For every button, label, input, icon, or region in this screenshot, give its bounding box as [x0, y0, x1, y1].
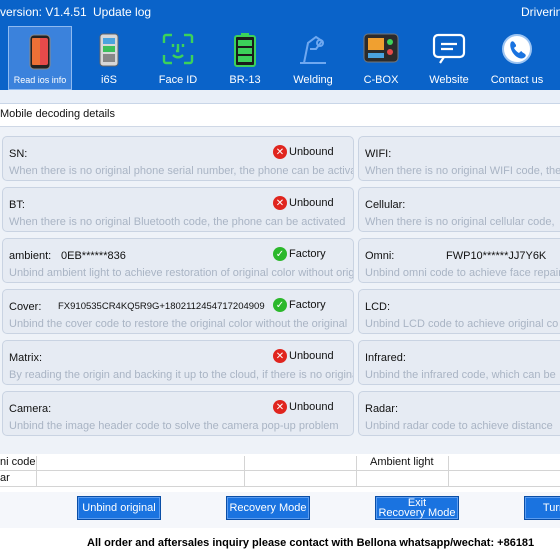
card-matrix[interactable]: Matrix: ✕ Unbound By reading the origin a…	[2, 340, 354, 385]
status-badge: ✓ Factory	[273, 247, 326, 261]
card-name: Matrix:	[9, 352, 42, 364]
turn-button[interactable]: Turn	[524, 496, 560, 520]
card-name: Camera:	[9, 403, 52, 415]
tab-website[interactable]: Website	[420, 26, 478, 90]
card-sn[interactable]: SN: ✕ Unbound When there is no original p…	[2, 136, 354, 181]
driver-link[interactable]: Driverin	[521, 5, 560, 19]
x-circle-icon: ✕	[273, 349, 287, 363]
table-divider	[356, 456, 357, 486]
card-value: 0EB******836	[61, 250, 126, 262]
contact-notice: All order and aftersales inquiry please …	[87, 537, 535, 549]
battery-icon	[234, 33, 256, 67]
version-label: version: V1.4.51	[0, 5, 87, 19]
unbind-original-button[interactable]: Unbind original	[77, 496, 161, 520]
table-divider	[244, 456, 245, 486]
table-row: ni code Ambient light	[0, 456, 560, 471]
card-camera[interactable]: Camera: ✕ Unbound Unbind the image header…	[2, 391, 354, 436]
iphone-icon	[29, 34, 51, 70]
tab-label: Read ios info	[13, 75, 67, 85]
x-circle-icon: ✕	[273, 400, 287, 414]
card-name: ambient:	[9, 250, 52, 262]
phone-call-icon	[502, 34, 532, 64]
card-cover[interactable]: Cover: FX910535CR4KQ5R9G+180211245471720…	[2, 289, 354, 334]
toolbar-divider	[0, 90, 560, 104]
table-cell: ar	[0, 472, 10, 484]
card-name: Cellular:	[365, 199, 406, 211]
tab-label: Website	[429, 74, 469, 86]
tab-label: Contact us	[490, 74, 544, 86]
card-hint: Unbind the image header code to solve th…	[9, 420, 339, 432]
card-hint: When there is no original WIFI code, the	[365, 165, 560, 177]
recovery-mode-button[interactable]: Recovery Mode	[226, 496, 310, 520]
face-id-icon	[162, 33, 194, 65]
card-hint: By reading the origin and backing it up …	[9, 369, 354, 381]
card-radar[interactable]: Radar: Unbind radar code to achieve dist…	[358, 391, 560, 436]
card-lcd[interactable]: LCD: Unbind LCD code to achieve original…	[358, 289, 560, 334]
tab-label: Face ID	[158, 74, 198, 86]
tab-i6s[interactable]: i6S	[84, 26, 134, 90]
tab-label: i6S	[101, 74, 117, 86]
update-log-link[interactable]: Update log	[93, 5, 151, 19]
card-name: SN:	[9, 148, 28, 160]
section-title: Mobile decoding details	[0, 108, 115, 120]
card-name: WIFI:	[365, 148, 392, 160]
status-badge: ✓ Factory	[273, 298, 326, 312]
tab-label: BR-13	[229, 74, 261, 86]
main-toolbar: Read ios info i6S Face ID BR-13 Welding …	[0, 26, 560, 90]
status-badge: ✕ Unbound	[273, 196, 334, 210]
status-badge: ✕ Unbound	[273, 145, 334, 159]
card-ambient[interactable]: ambient: 0EB******836 ✓ Factory Unbind am…	[2, 238, 354, 283]
card-cellular[interactable]: Cellular: When there is no original cell…	[358, 187, 560, 232]
card-hint: Unbind ambient light to achieve restorat…	[9, 267, 354, 279]
card-hint: Unbind omni code to achieve face repair	[365, 267, 560, 279]
card-value: FX910535CR4KQ5R9G+1802112454717204909	[58, 301, 265, 312]
status-badge: ✕ Unbound	[273, 400, 334, 414]
tab-face-id[interactable]: Face ID	[150, 26, 206, 90]
card-wifi[interactable]: WIFI: When there is no original WIFI cod…	[358, 136, 560, 181]
tab-cbox[interactable]: C-BOX	[354, 26, 408, 90]
card-omni[interactable]: Omni: FWP10******JJ7Y6K Unbind omni code…	[358, 238, 560, 283]
welding-icon	[300, 35, 326, 64]
card-hint: When there is no original cellular code,	[365, 216, 555, 228]
exit-recovery-mode-button[interactable]: Exit Recovery Mode	[375, 496, 459, 520]
footer: All order and aftersales inquiry please …	[0, 528, 560, 560]
card-name: Radar:	[365, 403, 399, 415]
cbox-icon	[363, 33, 399, 63]
card-hint: Unbind LCD code to achieve original co	[365, 318, 559, 330]
card-name: LCD:	[365, 301, 391, 313]
status-badge: ✕ Unbound	[273, 349, 334, 363]
card-infrared[interactable]: Infrared: Unbind the infrared code, whic…	[358, 340, 560, 385]
card-hint: When there is no original Bluetooth code…	[9, 216, 346, 228]
table-divider	[36, 456, 37, 486]
tab-label: Welding	[293, 74, 333, 86]
x-circle-icon: ✕	[273, 196, 287, 210]
card-hint: When there is no original phone serial n…	[9, 165, 354, 177]
phone-board-icon	[99, 33, 119, 67]
card-hint: Unbind the cover code to restore the ori…	[9, 318, 348, 330]
table-cell: ni code	[0, 456, 36, 468]
card-name: Omni:	[365, 250, 395, 262]
table-cell: Ambient light	[370, 456, 434, 468]
tab-label: C-BOX	[363, 74, 399, 86]
action-bar: Unbind original Recovery Mode Exit Recov…	[0, 492, 560, 528]
table-row: ar	[0, 472, 560, 487]
card-name: Infrared:	[365, 352, 406, 364]
check-circle-icon: ✓	[273, 247, 287, 261]
check-circle-icon: ✓	[273, 298, 287, 312]
tab-br13[interactable]: BR-13	[218, 26, 272, 90]
tab-contact-us[interactable]: Contact us	[484, 26, 550, 90]
card-bt[interactable]: BT: ✕ Unbound When there is no original B…	[2, 187, 354, 232]
info-table: ni code Ambient light ar	[0, 456, 560, 490]
tab-read-ios-info[interactable]: Read ios info	[8, 26, 72, 90]
card-name: BT:	[9, 199, 25, 211]
table-divider	[448, 456, 449, 486]
tab-welding[interactable]: Welding	[284, 26, 342, 90]
title-bar: version: V1.4.51 Update log Driverin	[0, 0, 560, 26]
card-name: Cover:	[9, 301, 42, 313]
card-hint: Unbind radar code to achieve distance	[365, 420, 553, 432]
x-circle-icon: ✕	[273, 145, 287, 159]
card-hint: Unbind the infrared code, which can be	[365, 369, 556, 381]
website-icon	[432, 33, 466, 64]
card-value: FWP10******JJ7Y6K	[446, 250, 547, 262]
